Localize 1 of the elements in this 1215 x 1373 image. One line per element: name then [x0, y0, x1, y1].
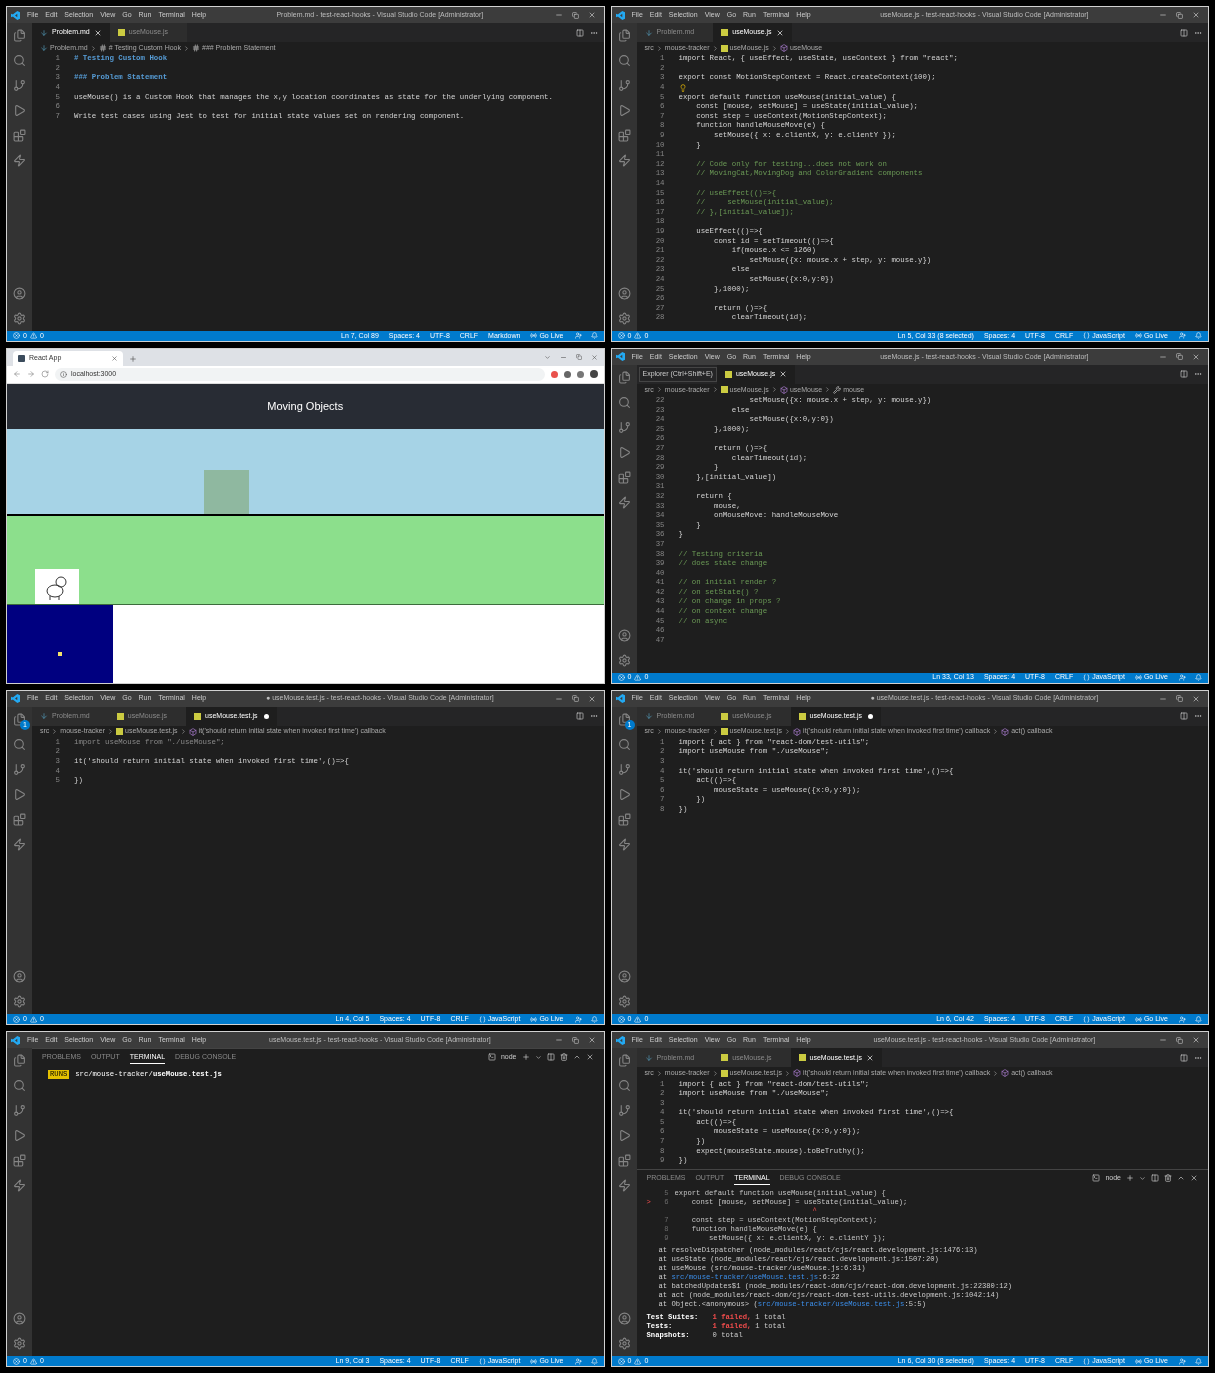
page-title: Moving Objects [267, 399, 344, 414]
